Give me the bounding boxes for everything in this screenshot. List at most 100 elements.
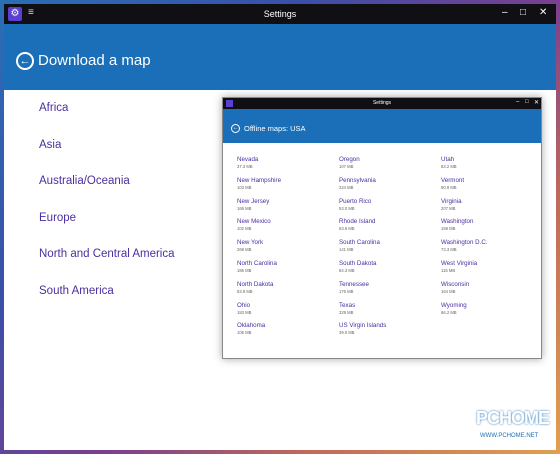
state-name: North Carolina: [237, 260, 277, 267]
state-name: US Virgin Islands: [339, 322, 387, 330]
inner-header: ← Offline maps: USA: [223, 109, 541, 143]
state-name: Rhode Island: [339, 218, 376, 226]
state-name: Oklahoma: [237, 322, 266, 330]
state-item[interactable]: Vermont 90.9 MB: [441, 177, 541, 191]
state-name: Wyoming: [441, 301, 467, 309]
state-name: South Carolina: [339, 239, 380, 247]
state-size: 84.3 MB: [339, 268, 355, 273]
state-item[interactable]: Virginia 207 MB: [441, 198, 541, 212]
state-size: 107 MB: [339, 164, 354, 169]
state-name: New Hampshire: [237, 176, 282, 184]
state-item[interactable]: Tennessee 176 MB: [339, 281, 439, 295]
state-item[interactable]: North Dakota 83.9 MB: [237, 281, 337, 295]
title-bar: ⚙ ≡ Settings – □ ✕: [4, 4, 556, 24]
maximize-button[interactable]: □: [525, 99, 529, 105]
state-name: New York: [237, 239, 264, 247]
region-item[interactable]: Europe: [39, 210, 175, 247]
state-size: 176 MB: [339, 288, 354, 294]
state-name: Tennessee: [339, 280, 369, 288]
state-size: 164 MB: [441, 288, 456, 294]
state-item[interactable]: South Dakota 84.3 MB: [339, 260, 439, 274]
state-size: 141 MB: [339, 247, 354, 253]
state-item[interactable]: Rhode Island 63.6 MB: [339, 218, 439, 232]
state-item[interactable]: Utah 83.2 MB: [441, 156, 541, 170]
state-size: 66.2 MB: [441, 309, 457, 315]
state-item[interactable]: Puerto Rico 53.0 MB: [339, 198, 439, 212]
close-button[interactable]: ✕: [539, 7, 547, 18]
state-size: 37.3 MB: [237, 164, 253, 169]
offline-maps-window: Settings – □ ✕ ← Offline maps: USA Nevad…: [222, 97, 542, 359]
region-item[interactable]: North and Central America: [39, 246, 175, 283]
state-item[interactable]: Texas 329 MB: [339, 302, 439, 316]
state-size: 53.0 MB: [339, 205, 355, 211]
region-item[interactable]: Australia/Oceania: [39, 173, 175, 210]
state-item[interactable]: New Jersey 166 MB: [237, 198, 337, 212]
state-item[interactable]: US Virgin Islands 39.0 MB: [339, 322, 439, 336]
back-arrow-icon[interactable]: ←: [16, 52, 34, 70]
page-title: Download a map: [38, 52, 151, 69]
state-size: 90.9 MB: [441, 184, 457, 190]
state-size: 63.6 MB: [339, 226, 355, 232]
watermark-text: PCHOME: [476, 408, 550, 428]
state-item[interactable]: Ohio 183 MB: [237, 302, 337, 316]
state-name: Ohio: [237, 301, 251, 309]
state-name: New Mexico: [237, 218, 271, 226]
state-item[interactable]: Washington D.C. 73.3 MB: [441, 239, 541, 253]
state-item[interactable]: New Hampshire 103 MB: [237, 177, 337, 191]
state-item[interactable]: Wyoming 66.2 MB: [441, 302, 541, 316]
window-title: Settings: [263, 9, 297, 19]
state-size: 106 MB: [237, 330, 252, 336]
inner-window-title: Settings: [372, 100, 392, 106]
state-item[interactable]: New Mexico 102 MB: [237, 218, 337, 232]
back-arrow-icon[interactable]: ←: [231, 124, 240, 133]
settings-window: ⚙ ≡ Settings – □ ✕ ← Download a map Afri…: [4, 4, 556, 450]
watermark-logo: PCHOME WWW.PCHOME.NET: [462, 408, 554, 448]
maximize-button[interactable]: □: [520, 7, 526, 18]
state-name: Puerto Rico: [339, 197, 372, 205]
state-item[interactable]: Nevada 37.3 MB: [237, 156, 337, 170]
state-size: 268 MB: [237, 247, 252, 253]
state-item[interactable]: North Carolina 186 MB: [237, 260, 337, 274]
state-size: 73.3 MB: [441, 247, 457, 253]
minimize-button[interactable]: –: [502, 7, 508, 18]
close-button[interactable]: ✕: [534, 99, 539, 106]
state-name: Oregon: [339, 156, 360, 163]
minimize-button[interactable]: –: [516, 99, 519, 105]
region-item[interactable]: South America: [39, 283, 175, 320]
state-size: 224 MB: [339, 184, 354, 190]
state-name: Vermont: [441, 176, 465, 184]
watermark-url: WWW.PCHOME.NET: [480, 433, 539, 439]
state-size: 329 MB: [339, 309, 354, 315]
state-name: South Dakota: [339, 260, 377, 267]
region-item[interactable]: Asia: [39, 137, 175, 174]
state-name: Virginia: [441, 197, 462, 205]
inner-page-title: Offline maps: USA: [244, 124, 306, 133]
state-name: North Dakota: [237, 280, 274, 288]
state-item[interactable]: Wisconsin 164 MB: [441, 281, 541, 295]
state-size: 186 MB: [237, 268, 252, 273]
page-header: ← Download a map: [4, 24, 556, 90]
state-item[interactable]: South Carolina 141 MB: [339, 239, 439, 253]
state-item[interactable]: Washington 159 MB: [441, 218, 541, 232]
state-item[interactable]: Pennsylvania 224 MB: [339, 177, 439, 191]
state-name: Texas: [339, 301, 356, 309]
state-size: 183 MB: [237, 309, 252, 315]
region-list: Africa Asia Australia/Oceania Europe Nor…: [39, 100, 175, 319]
state-size: 207 MB: [441, 205, 456, 211]
state-item[interactable]: West Virginia 115 MB: [441, 260, 541, 274]
state-size: 166 MB: [237, 205, 252, 211]
state-item[interactable]: Oklahoma 106 MB: [237, 322, 337, 336]
state-name: Pennsylvania: [339, 176, 376, 184]
state-name: Washington: [441, 218, 474, 226]
state-item[interactable]: Oregon 107 MB: [339, 156, 439, 170]
state-name: Wisconsin: [441, 280, 470, 288]
state-name: New Jersey: [237, 197, 270, 205]
region-item[interactable]: Africa: [39, 100, 175, 137]
state-size: 115 MB: [441, 268, 456, 273]
state-name: West Virginia: [441, 260, 478, 267]
state-item[interactable]: New York 268 MB: [237, 239, 337, 253]
state-size: 102 MB: [237, 226, 252, 232]
state-size: 39.0 MB: [339, 330, 355, 336]
state-name: Nevada: [237, 156, 259, 163]
state-name: Washington D.C.: [441, 239, 488, 247]
